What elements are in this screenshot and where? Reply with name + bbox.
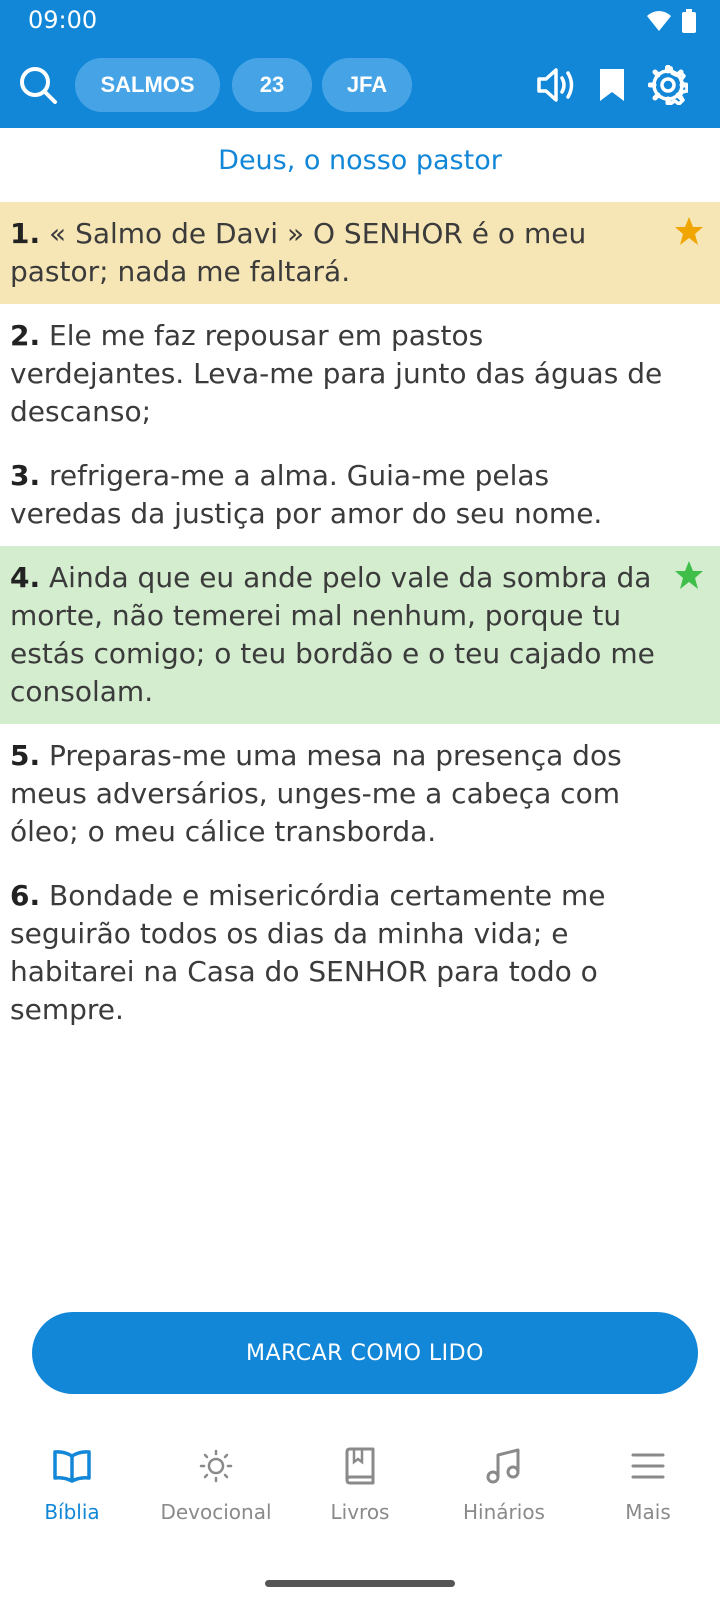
volume-icon [537, 68, 574, 102]
mark-as-read-button[interactable]: MARCAR COMO LIDO [32, 1312, 698, 1394]
settings-button[interactable] [644, 61, 692, 109]
verse-number: 1. [10, 217, 41, 250]
version-selector[interactable]: JFA [322, 58, 412, 112]
verse-text: Bondade e misericórdia certamente me seg… [10, 879, 606, 1026]
audio-button[interactable] [532, 61, 580, 109]
nav-label: Mais [625, 1500, 671, 1524]
battery-icon [682, 9, 696, 33]
verse-item[interactable]: 6. Bondade e misericórdia certamente me … [0, 864, 720, 1042]
book-open-icon [50, 1444, 94, 1488]
star-icon [675, 217, 703, 245]
nav-label: Hinários [463, 1500, 545, 1524]
menu-icon [626, 1444, 670, 1488]
nav-label: Devocional [160, 1500, 272, 1524]
nav-label: Livros [330, 1500, 390, 1524]
verse-number: 4. [10, 561, 41, 594]
bookmark-button[interactable] [588, 61, 636, 109]
app-bar: SALMOS 23 JFA [0, 42, 720, 128]
book-selector[interactable]: SALMOS [75, 58, 220, 112]
verse-text: Ele me faz repousar em pastos verdejante… [10, 319, 663, 428]
verse-item[interactable]: 1. « Salmo de Davi » O SENHOR é o meu pa… [0, 202, 720, 304]
status-icons [646, 8, 696, 34]
nav-item-hinarios[interactable]: Hinários [432, 1430, 576, 1550]
bookmark-icon [600, 69, 624, 101]
nav-item-mais[interactable]: Mais [576, 1430, 720, 1550]
status-time: 09:00 [28, 6, 98, 34]
search-button[interactable] [14, 61, 62, 109]
bottom-nav: Bíblia Devocional Livros Hinários Mais [0, 1430, 720, 1550]
sun-icon [194, 1444, 238, 1488]
verse-text: Ainda que eu ande pelo vale da sombra da… [10, 561, 655, 708]
search-icon [20, 67, 57, 104]
verse-item[interactable]: 4. Ainda que eu ande pelo vale da sombra… [0, 546, 720, 724]
chapter-title: Deus, o nosso pastor [218, 145, 502, 176]
verse-list: 1. « Salmo de Davi » O SENHOR é o meu pa… [0, 202, 720, 1042]
verse-number: 5. [10, 739, 41, 772]
nav-item-biblia[interactable]: Bíblia [0, 1430, 144, 1550]
verse-number: 2. [10, 319, 41, 352]
verse-number: 3. [10, 459, 41, 492]
music-icon [482, 1444, 526, 1488]
verse-item[interactable]: 3. refrigera-me a alma. Guia-me pelas ve… [0, 444, 720, 546]
book-icon [338, 1444, 382, 1488]
home-indicator[interactable] [265, 1580, 455, 1587]
chapter-selector[interactable]: 23 [232, 58, 312, 112]
star-icon [675, 561, 703, 589]
wifi-icon [647, 11, 671, 31]
nav-label: Bíblia [44, 1500, 100, 1524]
verse-text: refrigera-me a alma. Guia-me pelas vered… [10, 459, 603, 530]
verse-text: Preparas-me uma mesa na presença dos meu… [10, 739, 622, 848]
verse-item[interactable]: 2. Ele me faz repousar em pastos verdeja… [0, 304, 720, 444]
verse-number: 6. [10, 879, 41, 912]
nav-item-livros[interactable]: Livros [288, 1430, 432, 1550]
nav-item-devocional[interactable]: Devocional [144, 1430, 288, 1550]
verse-text: « Salmo de Davi » O SENHOR é o meu pasto… [10, 217, 587, 288]
status-bar: 09:00 [0, 0, 720, 42]
verse-item[interactable]: 5. Preparas-me uma mesa na presença dos … [0, 724, 720, 864]
gear-icon [648, 65, 688, 105]
